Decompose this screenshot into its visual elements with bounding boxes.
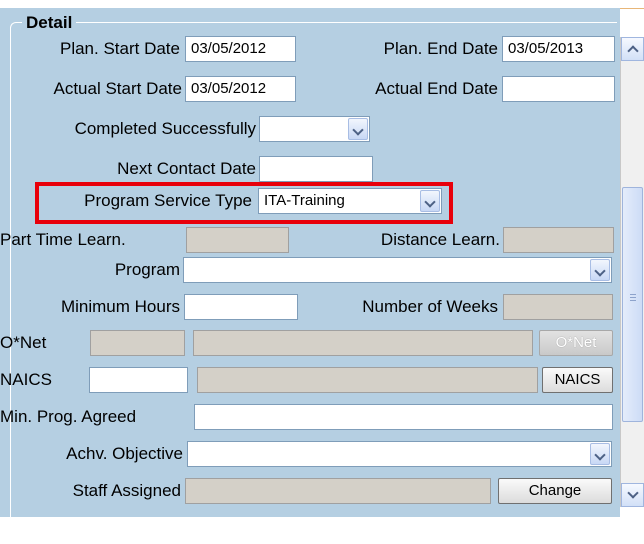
next-contact-date-input[interactable] bbox=[259, 156, 373, 182]
staff-assigned-label: Staff Assigned bbox=[72, 481, 181, 500]
actual-end-date-input[interactable] bbox=[502, 76, 615, 102]
onet-description-input bbox=[193, 330, 533, 356]
chevron-down-icon[interactable] bbox=[348, 118, 368, 140]
plan-start-date-input[interactable]: 03/05/2012 bbox=[185, 36, 296, 62]
staff-assigned-input bbox=[185, 478, 491, 504]
highlight-box bbox=[35, 182, 453, 224]
min-prog-agreed-input[interactable] bbox=[194, 404, 613, 430]
completed-successfully-select[interactable] bbox=[259, 116, 370, 142]
minimum-hours-label: Minimum Hours bbox=[60, 297, 180, 316]
chevron-up-icon bbox=[627, 45, 639, 57]
chevron-down-icon[interactable] bbox=[590, 259, 610, 281]
min-prog-agreed-label: Min. Prog. Agreed bbox=[0, 407, 137, 426]
scrollbar-thumb[interactable] bbox=[622, 187, 643, 422]
chevron-down-icon bbox=[627, 487, 639, 499]
next-contact-date-label: Next Contact Date bbox=[117, 159, 256, 178]
actual-start-date-label: Actual Start Date bbox=[53, 79, 182, 98]
onet-button[interactable]: O*Net bbox=[539, 330, 613, 356]
actual-end-date-label: Actual End Date bbox=[375, 79, 498, 98]
achv-objective-select[interactable] bbox=[187, 441, 612, 467]
plan-start-date-label: Plan. Start Date bbox=[59, 39, 180, 58]
program-label: Program bbox=[114, 260, 180, 279]
grip-icon bbox=[630, 294, 636, 295]
naics-code-input[interactable] bbox=[89, 367, 188, 393]
scroll-up-button[interactable] bbox=[621, 37, 644, 61]
achv-objective-label: Achv. Objective bbox=[66, 444, 183, 463]
plan-end-date-label: Plan. End Date bbox=[383, 39, 498, 58]
actual-start-date-input[interactable]: 03/05/2012 bbox=[185, 76, 296, 102]
naics-label: NAICS bbox=[0, 370, 52, 389]
number-of-weeks-label: Number of Weeks bbox=[362, 297, 498, 316]
section-title: Detail bbox=[22, 14, 77, 32]
program-select[interactable] bbox=[183, 257, 612, 283]
minimum-hours-input[interactable] bbox=[184, 294, 298, 320]
detail-panel: Detail Plan. Start Date 03/05/2012 Plan.… bbox=[0, 8, 620, 544]
distance-learn-label: Distance Learn. bbox=[380, 230, 500, 249]
completed-successfully-label: Completed Successfully bbox=[74, 119, 256, 138]
onet-code-input bbox=[90, 330, 185, 356]
scroll-down-button[interactable] bbox=[621, 483, 644, 507]
change-button[interactable]: Change bbox=[498, 478, 612, 504]
vertical-scrollbar[interactable] bbox=[620, 37, 644, 507]
part-time-learn-label: Part Time Learn. bbox=[0, 230, 126, 249]
distance-learn-input bbox=[503, 227, 614, 253]
plan-end-date-input[interactable]: 03/05/2013 bbox=[502, 36, 615, 62]
naics-description-input bbox=[197, 367, 538, 393]
number-of-weeks-input bbox=[503, 294, 613, 320]
onet-label: O*Net bbox=[0, 333, 47, 352]
naics-button[interactable]: NAICS bbox=[542, 367, 613, 393]
chevron-down-icon[interactable] bbox=[590, 443, 610, 465]
part-time-learn-input bbox=[186, 227, 289, 253]
